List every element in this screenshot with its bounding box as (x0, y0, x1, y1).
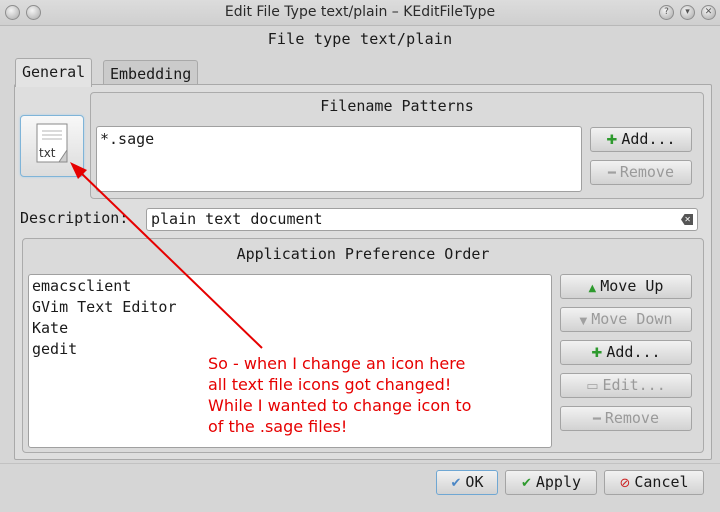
check-icon: ✔ (520, 476, 532, 491)
ok-label: OK (465, 473, 484, 491)
annotation-line: While I wanted to change icon to (208, 396, 472, 415)
annotation-line: all text file icons got changed! (208, 375, 452, 394)
annotation-text: So - when I change an icon here all text… (208, 353, 548, 437)
apply-button[interactable]: ✔ Apply (505, 470, 597, 495)
annotation-line: So - when I change an icon here (208, 354, 466, 373)
cancel-button[interactable]: ⊘ Cancel (604, 470, 704, 495)
tab-general[interactable]: General (15, 58, 93, 87)
apply-label: Apply (535, 473, 582, 491)
cancel-icon: ⊘ (619, 476, 631, 491)
tab-general-label: General (22, 63, 86, 81)
ok-button[interactable]: ✔ OK (436, 470, 498, 495)
divider (0, 463, 720, 464)
check-icon: ✔ (450, 476, 462, 491)
cancel-label: Cancel (634, 473, 689, 491)
annotation-line: of the .sage files! (208, 417, 348, 436)
